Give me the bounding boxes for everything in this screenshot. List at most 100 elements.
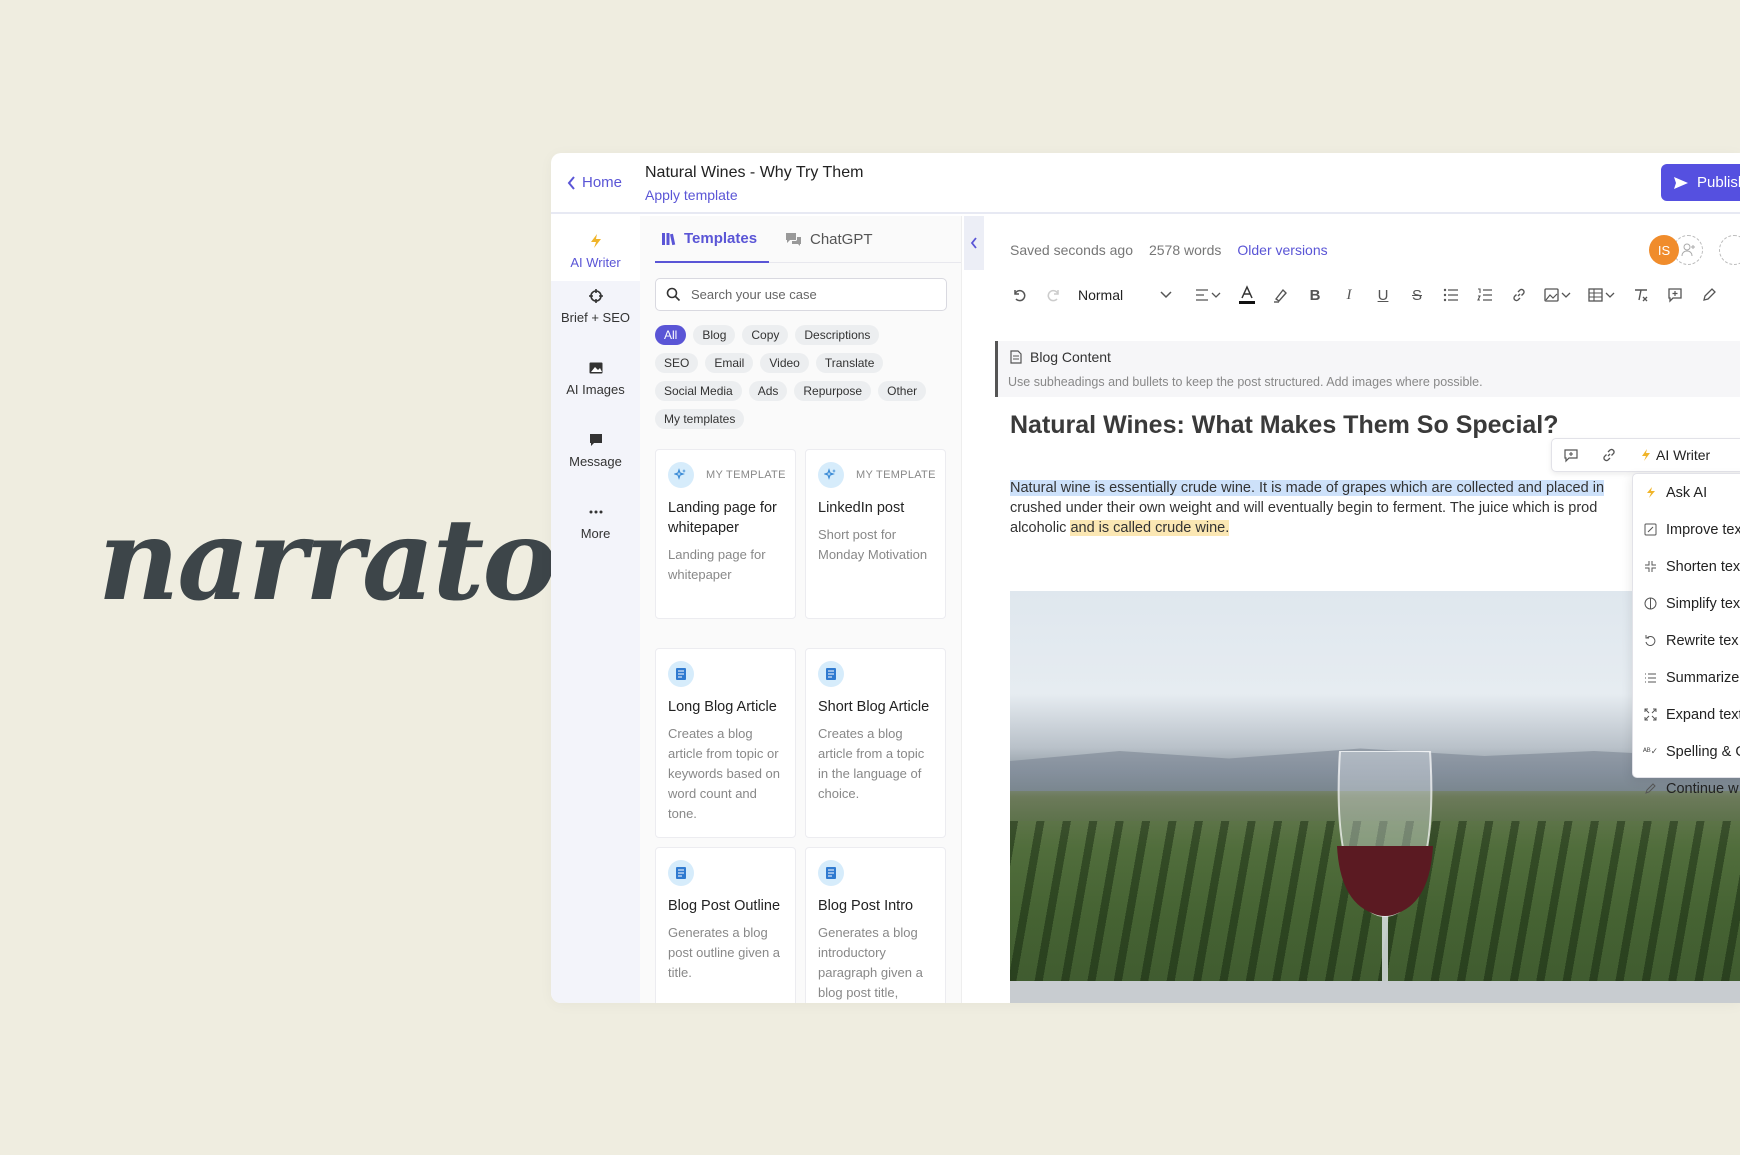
italic-button[interactable]: I [1332, 280, 1366, 310]
document-icon [818, 661, 844, 687]
paragraph-style-select[interactable]: Normal [1070, 287, 1180, 303]
tab-templates[interactable]: Templates [655, 216, 769, 263]
card-tag: MY TEMPLATE [856, 469, 936, 481]
card-tag: MY TEMPLATE [706, 469, 786, 481]
bold-button[interactable]: B [1298, 280, 1332, 310]
undo-button[interactable] [1002, 280, 1036, 310]
chip-other[interactable]: Other [878, 381, 927, 401]
menu-item-continue-writing[interactable]: Continue w [1633, 770, 1740, 807]
content-brief-note: Blog Content Use subheadings and bullets… [995, 341, 1740, 397]
comment-button[interactable] [1552, 440, 1590, 470]
template-card[interactable]: MY TEMPLATE Landing page for whitepaper … [655, 449, 796, 619]
pencil-icon [1644, 782, 1657, 795]
card-description: Generates a blog post outline given a ti… [668, 925, 781, 980]
article-paragraph[interactable]: Natural wine is essentially crude wine. … [1010, 478, 1710, 538]
highlight-button[interactable] [1264, 280, 1298, 310]
chip-seo[interactable]: SEO [655, 353, 699, 373]
apply-template-link[interactable]: Apply template [645, 187, 738, 203]
image-icon [1544, 288, 1571, 302]
menu-item-shorten-text[interactable]: Shorten tex [1633, 548, 1740, 585]
chip-descriptions[interactable]: Descriptions [795, 325, 880, 345]
card-title: LinkedIn post [818, 500, 905, 516]
menu-item-label: Spelling & G [1666, 743, 1740, 760]
card-description: Landing page for whitepaper [668, 547, 766, 582]
edit-button[interactable] [1692, 280, 1726, 310]
menu-item-simplify-text[interactable]: Simplify tex [1633, 585, 1740, 622]
underline-button[interactable]: U [1366, 280, 1400, 310]
align-button[interactable] [1186, 280, 1230, 310]
chip-all[interactable]: All [655, 325, 687, 345]
card-description: Creates a blog article from topic or key… [668, 726, 781, 821]
menu-item-spelling-grammar[interactable]: ᴬᴮ✓ Spelling & G [1633, 733, 1740, 770]
template-card[interactable]: Short Blog Article Creates a blog articl… [805, 648, 946, 838]
chip-repurpose[interactable]: Repurpose [794, 381, 872, 401]
insert-table-button[interactable] [1580, 280, 1624, 310]
chip-row: My templates [655, 409, 955, 429]
app-window: Home Natural Wines - Why Try Them Apply … [551, 153, 1740, 1003]
brief-description: Use subheadings and bullets to keep the … [1008, 375, 1483, 389]
search-input[interactable] [691, 287, 931, 302]
paragraph-line: Natural wine is essentially crude wine. … [1010, 478, 1710, 498]
collapse-panel-button[interactable] [964, 216, 984, 270]
template-card[interactable]: MY TEMPLATE LinkedIn post Short post for… [805, 449, 946, 619]
add-comment-button[interactable] [1658, 280, 1692, 310]
search-box[interactable] [655, 278, 947, 311]
card-description: Short post for Monday Motivation [818, 527, 928, 562]
rail-ai-writer[interactable]: AI Writer [551, 216, 640, 281]
link-button[interactable] [1502, 280, 1536, 310]
more-collaborators-button[interactable] [1719, 235, 1740, 265]
vineyard-wine-glass-photo [1010, 591, 1740, 1003]
chip-social-media[interactable]: Social Media [655, 381, 742, 401]
rail-label: Brief + SEO [561, 310, 630, 325]
chip-copy[interactable]: Copy [742, 325, 789, 345]
template-card[interactable]: Blog Post Outline Generates a blog post … [655, 847, 796, 1003]
italic-icon: I [1346, 286, 1352, 303]
chip-blog[interactable]: Blog [693, 325, 736, 345]
numbered-list-icon [1477, 288, 1492, 301]
ai-writer-dropdown[interactable]: AI Writer [1640, 447, 1710, 463]
home-link[interactable]: Home [567, 174, 622, 191]
rail-brief-seo[interactable]: Brief + SEO [551, 288, 640, 325]
older-versions-link[interactable]: Older versions [1237, 242, 1327, 258]
menu-item-improve-text[interactable]: Improve tex [1633, 511, 1740, 548]
insert-image-button[interactable] [1536, 280, 1580, 310]
menu-item-ask-ai[interactable]: Ask AI [1633, 474, 1740, 511]
redo-button[interactable] [1036, 280, 1070, 310]
template-card[interactable]: Blog Post Intro Generates a blog introdu… [805, 847, 946, 1003]
template-card[interactable]: Long Blog Article Creates a blog article… [655, 648, 796, 838]
rail-ai-images[interactable]: AI Images [551, 360, 640, 397]
chip-row: Social Media Ads Repurpose Other [655, 381, 955, 401]
clear-format-button[interactable] [1624, 280, 1658, 310]
avatar[interactable]: IS [1649, 235, 1679, 265]
menu-item-expand-text[interactable]: Expand text [1633, 696, 1740, 733]
rail-more[interactable]: More [551, 504, 640, 541]
numbered-list-button[interactable] [1468, 280, 1502, 310]
link-button[interactable] [1590, 440, 1628, 470]
tab-chatgpt[interactable]: ChatGPT [785, 216, 873, 263]
rail-label: Message [569, 454, 622, 469]
text-color-button[interactable] [1230, 280, 1264, 310]
rail-message[interactable]: Message [551, 432, 640, 469]
bullet-list-button[interactable] [1434, 280, 1468, 310]
bold-icon: B [1309, 286, 1321, 304]
rail-label: AI Images [566, 382, 625, 397]
highlighted-text: and is called crude wine. [1070, 520, 1230, 536]
chip-ads[interactable]: Ads [748, 381, 788, 401]
crosshair-icon [588, 289, 603, 303]
expand-icon [1644, 708, 1657, 721]
publish-button[interactable]: Publish [1661, 164, 1740, 201]
lightning-icon [1642, 449, 1650, 461]
chip-email[interactable]: Email [705, 353, 754, 373]
menu-item-rewrite-text[interactable]: Rewrite tex [1633, 622, 1740, 659]
strikethrough-button[interactable]: S [1400, 280, 1434, 310]
chip-video[interactable]: Video [760, 353, 809, 373]
narrato-logo: narrato [98, 495, 557, 626]
menu-item-label: Ask AI [1666, 484, 1708, 501]
underline-icon: U [1377, 286, 1389, 304]
chevron-left-icon [970, 237, 977, 249]
menu-item-summarize[interactable]: Summarize [1633, 659, 1740, 696]
article-heading[interactable]: Natural Wines: What Makes Them So Specia… [1010, 411, 1559, 440]
chip-my-templates[interactable]: My templates [655, 409, 745, 429]
chip-translate[interactable]: Translate [815, 353, 884, 373]
document-title[interactable]: Natural Wines - Why Try Them [645, 164, 863, 182]
